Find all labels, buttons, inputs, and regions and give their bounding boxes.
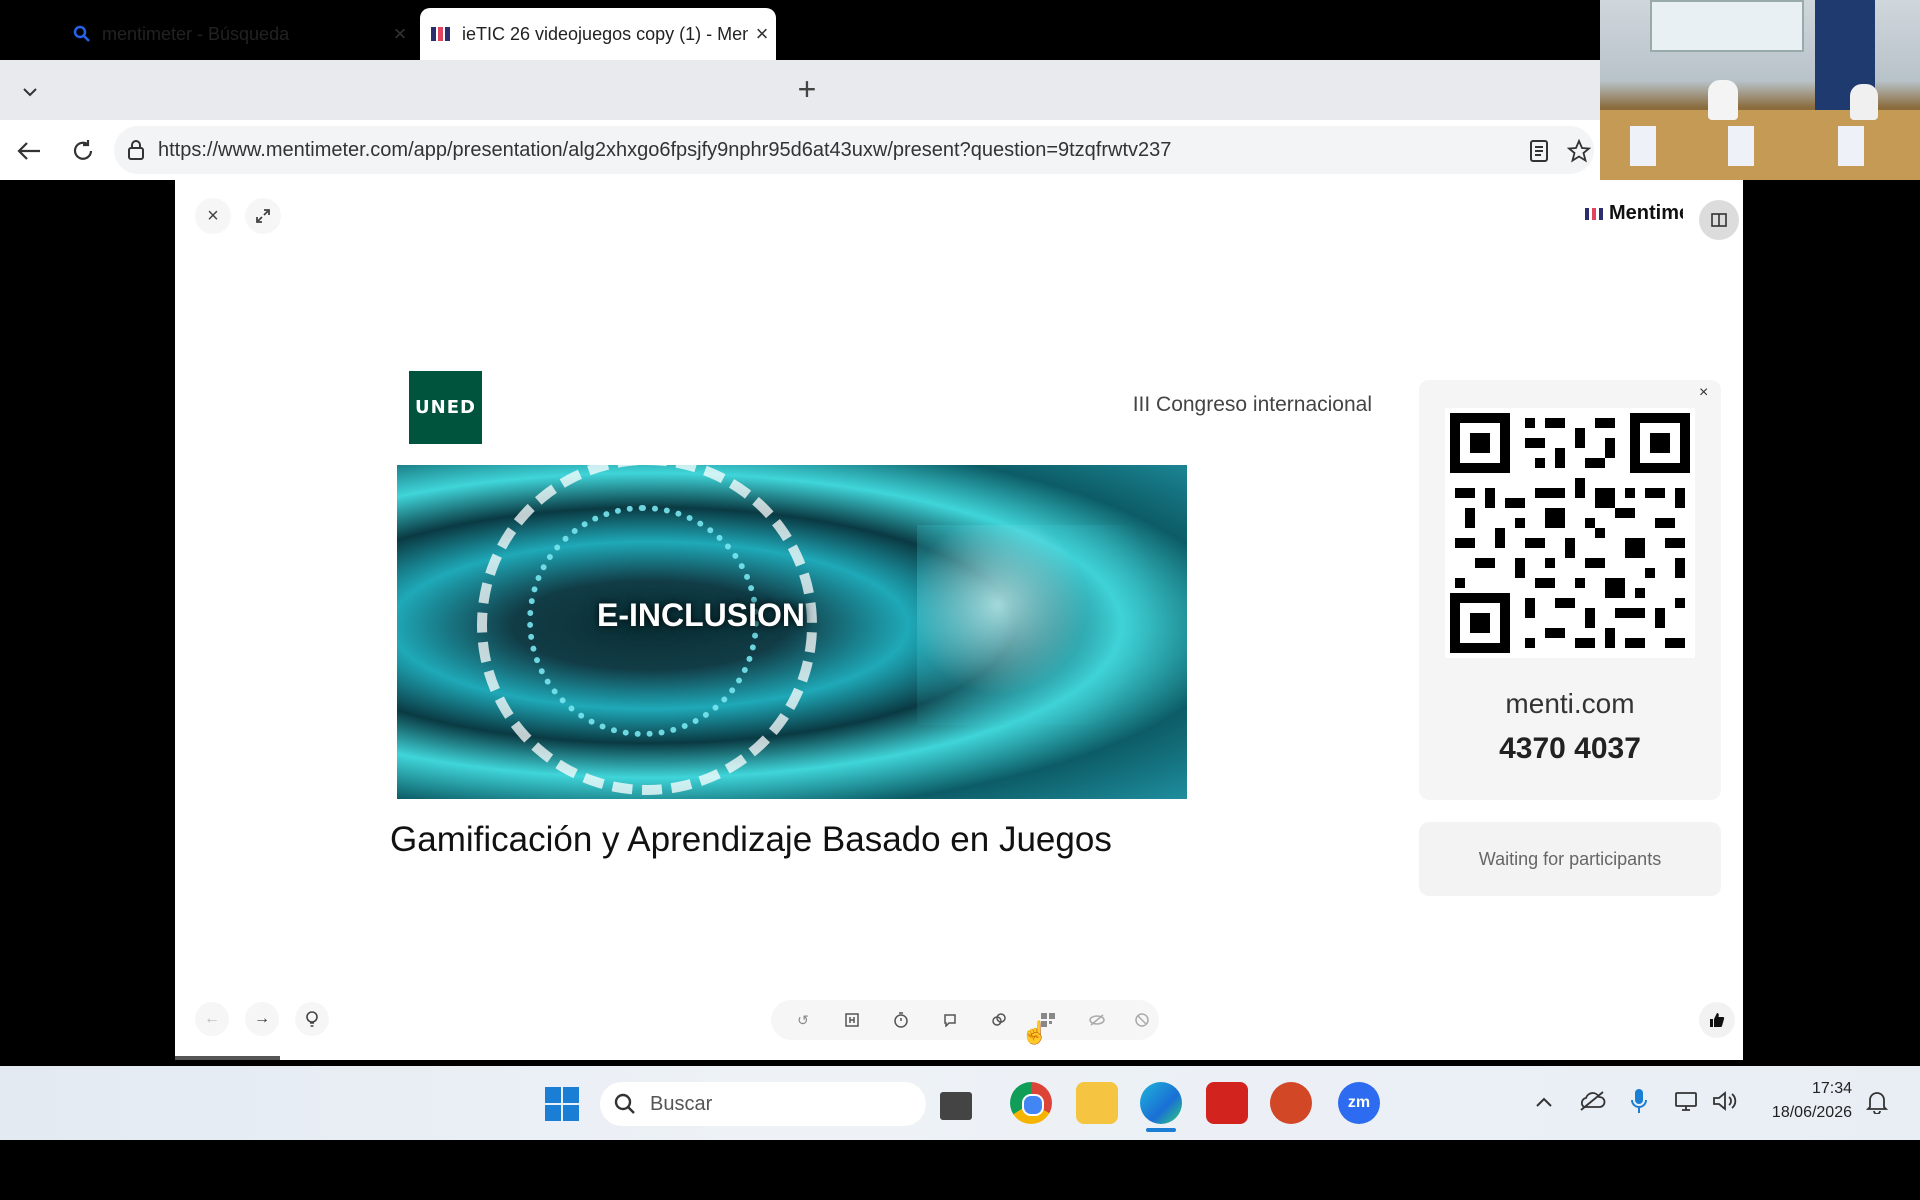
search-icon (62, 25, 102, 43)
network-icon[interactable] (1674, 1090, 1698, 1117)
tray-chevron-up-icon[interactable] (1534, 1092, 1554, 1115)
mentimeter-favicon-icon (420, 25, 462, 43)
onedrive-offline-icon[interactable] (1578, 1090, 1606, 1117)
join-panel: × menti.com 4370 4037 (1419, 380, 1721, 800)
chrome-icon[interactable] (1010, 1082, 1052, 1124)
qna-icon[interactable] (933, 1003, 967, 1037)
timer-icon[interactable] (884, 1003, 918, 1037)
edge-icon[interactable] (1140, 1082, 1182, 1124)
participants-status: Waiting for participants (1419, 822, 1721, 896)
speaker-figure (1708, 80, 1738, 120)
tab-label: ieTIC 26 videojuegos copy (1) - Mentimet… (462, 23, 748, 44)
clock-date[interactable]: 18/06/2026 (1752, 1104, 1852, 1122)
reload-icon[interactable] (66, 134, 100, 168)
slide-title: Gamificación y Aprendizaje Basado en Jue… (390, 820, 1112, 859)
powerpoint-icon[interactable] (1270, 1082, 1312, 1124)
e-inclusion-banner: E-INCLUSION (397, 465, 1187, 799)
panel-toggle-icon[interactable] (1699, 200, 1739, 240)
task-view-icon[interactable] (940, 1092, 972, 1120)
tab-search[interactable]: mentimeter - Búsqueda × (62, 8, 414, 60)
undo-icon[interactable]: ↺ (786, 1003, 820, 1037)
join-code: 4370 4037 (1499, 732, 1641, 765)
tab-list-chevron-icon[interactable] (8, 72, 52, 112)
active-app-indicator (1146, 1128, 1176, 1132)
close-icon[interactable]: × (195, 198, 231, 234)
star-icon[interactable] (1564, 134, 1594, 168)
reactions-icon[interactable] (982, 1003, 1016, 1037)
microphone-icon[interactable] (1630, 1088, 1648, 1119)
tab-label: mentimeter - Búsqueda (102, 23, 290, 44)
block-icon[interactable] (1125, 1003, 1159, 1037)
tab-mentimeter[interactable]: ieTIC 26 videojuegos copy (1) - Mentimet… (420, 8, 776, 60)
search-placeholder: Buscar (650, 1092, 713, 1115)
light-bokeh (917, 525, 1187, 725)
notifications-bell-icon[interactable] (1865, 1090, 1889, 1119)
banner-text: E-INCLUSION (597, 597, 805, 633)
mouse-cursor-icon: ☝ (1021, 1020, 1049, 1045)
qr-code-icon (1450, 413, 1690, 653)
previous-arrow-icon[interactable]: ← (195, 1002, 229, 1036)
close-icon[interactable]: × (748, 21, 776, 47)
uned-logo: UNED (409, 371, 482, 444)
file-explorer-icon[interactable] (1076, 1082, 1118, 1124)
plus-icon[interactable]: + (780, 66, 834, 112)
uned-logo-text: UNED (415, 397, 476, 418)
search-icon (600, 1092, 650, 1116)
hide-results-icon[interactable] (835, 1003, 869, 1037)
qr-code (1445, 408, 1695, 658)
close-icon[interactable]: × (1699, 384, 1708, 402)
acrobat-icon[interactable] (1206, 1082, 1248, 1124)
join-site: menti.com (1505, 688, 1635, 719)
name-card (1838, 126, 1864, 166)
hint-bulb-icon[interactable] (295, 1002, 329, 1036)
close-icon[interactable]: × (386, 21, 414, 47)
brand-text: Mentimeter (1609, 202, 1683, 224)
mentimeter-logo: Mentimeter (1585, 202, 1683, 225)
projector-screen (1650, 0, 1804, 52)
lock-icon (114, 140, 158, 160)
back-arrow-icon[interactable] (12, 134, 46, 168)
fullscreen-icon[interactable] (245, 198, 281, 234)
mentimeter-presenter: × Mentimeter UNED III Congreso internaci… (175, 180, 1743, 1060)
slide-progress (175, 1056, 280, 1060)
volume-icon[interactable] (1712, 1090, 1738, 1117)
name-card (1630, 126, 1656, 166)
speaker-figure (1850, 84, 1878, 120)
zoom-icon[interactable]: zm (1338, 1082, 1380, 1124)
url-text: https://www.mentimeter.com/app/presentat… (158, 138, 1172, 161)
clock-time[interactable]: 17:34 (1752, 1080, 1852, 1098)
hide-icon[interactable] (1080, 1003, 1114, 1037)
thumbs-up-icon[interactable] (1699, 1002, 1735, 1038)
reader-mode-icon[interactable] (1524, 134, 1554, 168)
congress-label: III Congreso internacional (1132, 393, 1372, 416)
name-card (1728, 126, 1754, 166)
next-arrow-icon[interactable]: → (245, 1002, 279, 1036)
webcam-feed (1600, 0, 1920, 180)
mentimeter-m-icon (1585, 207, 1603, 220)
windows-start-icon[interactable] (544, 1086, 580, 1122)
address-bar[interactable]: https://www.mentimeter.com/app/presentat… (114, 126, 1594, 174)
taskbar-search[interactable]: Buscar (600, 1082, 926, 1126)
